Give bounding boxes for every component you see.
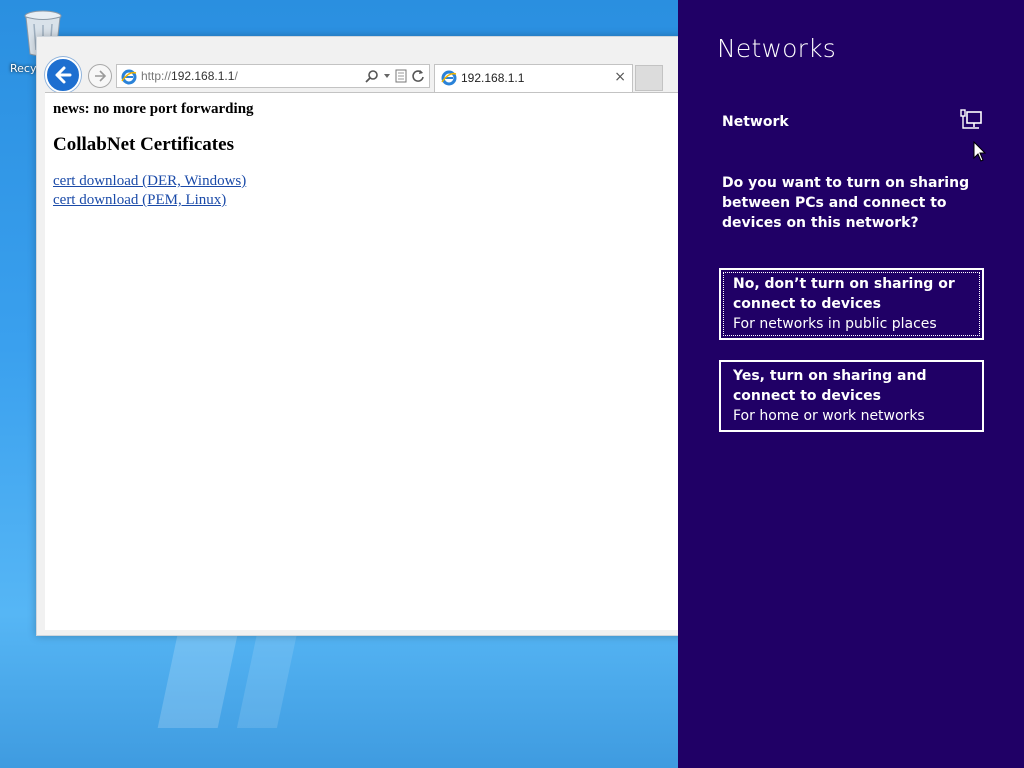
browser-tab[interactable]: 192.168.1.1 × xyxy=(434,64,633,92)
search-icon[interactable] xyxy=(365,69,379,83)
refresh-icon[interactable] xyxy=(411,69,425,83)
option-subtitle: For home or work networks xyxy=(733,408,925,424)
networks-charm-pane: Networks Network Do you want to turn on … xyxy=(678,0,1024,768)
dropdown-arrow-icon[interactable] xyxy=(383,72,391,80)
forward-button[interactable] xyxy=(88,64,112,88)
option-title: Yes, turn on sharing and connect to devi… xyxy=(733,368,927,404)
new-tab-button[interactable] xyxy=(635,65,663,91)
option-subtitle: For networks in public places xyxy=(733,316,937,332)
option-no-sharing[interactable]: No, don’t turn on sharing or connect to … xyxy=(719,268,984,340)
browser-nav-bar: http://192.168.1.1/ 192.168.1.1 × xyxy=(37,37,678,93)
web-page-content: news: no more port forwarding CollabNet … xyxy=(45,92,678,630)
ie-page-icon xyxy=(121,69,137,85)
address-tools xyxy=(365,69,425,83)
address-bar[interactable]: http://192.168.1.1/ xyxy=(116,64,430,88)
cert-download-der-link[interactable]: cert download (DER, Windows) xyxy=(53,172,671,191)
address-text: http://192.168.1.1/ xyxy=(141,69,238,83)
network-name: Network xyxy=(722,114,789,130)
arrow-left-icon xyxy=(55,66,72,84)
back-button[interactable] xyxy=(45,57,81,93)
arrow-right-icon xyxy=(95,70,107,82)
option-yes-sharing[interactable]: Yes, turn on sharing and connect to devi… xyxy=(719,360,984,432)
ie-tab-icon xyxy=(441,70,457,86)
compatibility-view-icon[interactable] xyxy=(395,69,407,83)
news-text: news: no more port forwarding xyxy=(53,101,254,117)
desktop: Recyc http://192.168.1.1/ 192.168.1.1 × … xyxy=(0,0,678,728)
internet-explorer-window: http://192.168.1.1/ 192.168.1.1 × news: … xyxy=(36,36,678,636)
sharing-question: Do you want to turn on sharing between P… xyxy=(722,175,970,231)
network-wired-icon xyxy=(960,109,982,129)
page-heading: CollabNet Certificates xyxy=(53,134,234,155)
option-title: No, don’t turn on sharing or connect to … xyxy=(733,276,955,312)
tab-close-button[interactable]: × xyxy=(614,69,626,85)
pane-title: Networks xyxy=(717,34,837,63)
mouse-cursor-icon xyxy=(973,141,987,162)
address-host: 192.168.1.1 xyxy=(171,69,235,83)
address-prefix: http:// xyxy=(141,69,172,83)
cert-download-pem-link[interactable]: cert download (PEM, Linux) xyxy=(53,191,671,210)
address-suffix: / xyxy=(234,69,238,83)
tab-title: 192.168.1.1 xyxy=(461,71,525,85)
